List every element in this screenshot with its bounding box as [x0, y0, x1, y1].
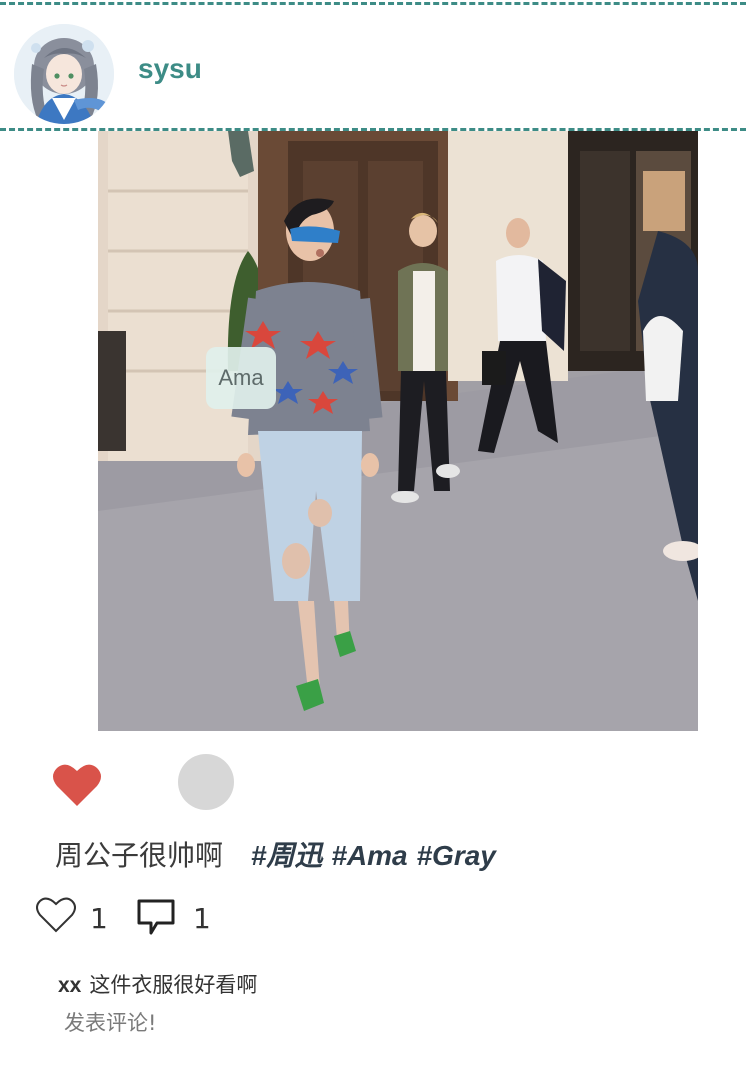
hashtag[interactable]: #Gray [416, 840, 495, 871]
like-count: 1 [90, 902, 108, 935]
speech-bubble-icon[interactable] [135, 897, 177, 937]
post-caption: 周公子很帅啊 #周迅 #Ama #Gray [55, 834, 496, 878]
top-dashed-divider [0, 2, 746, 5]
comment-item: xx 这件衣服很好看啊 [58, 970, 257, 1001]
post-username[interactable]: sysu [138, 52, 202, 86]
photo-tag-label[interactable]: Ama [206, 347, 276, 409]
post-photo[interactable]: Ama [98, 131, 698, 731]
hashtag[interactable]: #周迅 [251, 840, 323, 871]
comment-count: 1 [193, 902, 211, 935]
street-photo-illustration [98, 131, 698, 731]
heart-filled-icon[interactable] [52, 762, 102, 808]
avatar-illustration [14, 24, 114, 124]
hashtag[interactable]: #Ama [331, 840, 407, 871]
caption-text: 周公子很帅啊 [55, 839, 224, 872]
user-avatar[interactable] [14, 24, 114, 124]
comment-author[interactable]: xx [58, 974, 81, 997]
heart-outline-icon[interactable] [36, 897, 76, 933]
add-comment-link[interactable]: 发表评论! [64, 1008, 156, 1038]
comment-text: 这件衣服很好看啊 [89, 973, 258, 997]
reaction-placeholder-button[interactable] [178, 754, 234, 810]
